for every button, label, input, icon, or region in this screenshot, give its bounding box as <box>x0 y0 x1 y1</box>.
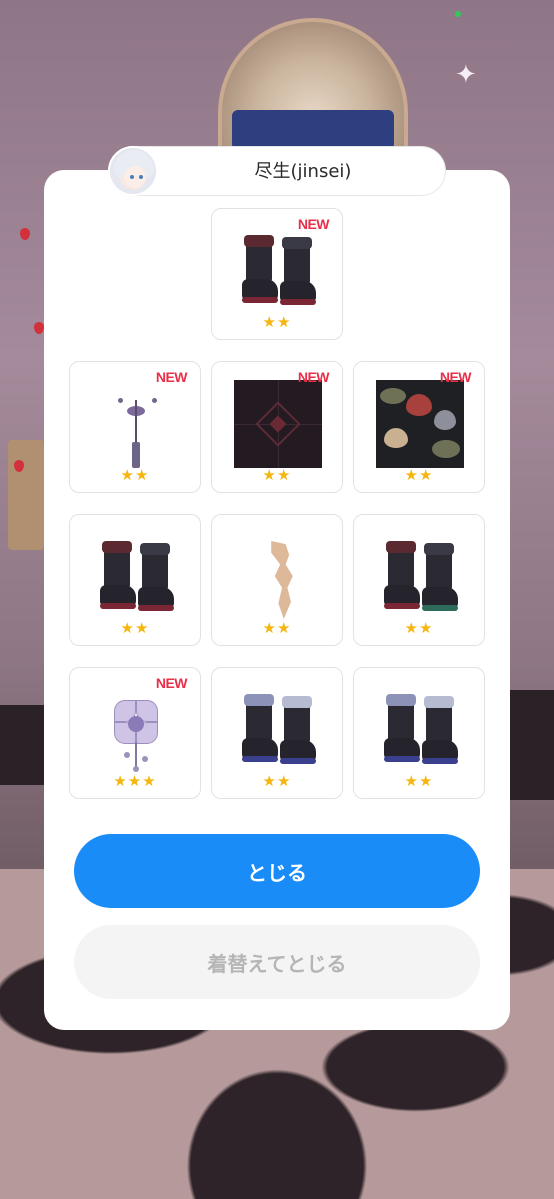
rarity-stars: ★★ <box>120 466 150 484</box>
rarity-stars: ★★ <box>262 466 292 484</box>
table-left <box>0 705 44 785</box>
item-card[interactable]: NEW ★★ <box>211 208 343 340</box>
item-card[interactable]: NEW ★★ <box>211 361 343 493</box>
rarity-stars: ★★ <box>404 619 434 637</box>
new-badge: NEW <box>439 369 472 385</box>
new-badge: NEW <box>155 675 188 691</box>
rarity-stars: ★★ <box>120 619 150 637</box>
strawberry-decoration <box>20 228 30 240</box>
boots-icon <box>234 686 322 774</box>
item-card[interactable]: ★★ <box>353 667 485 799</box>
table-right <box>510 690 554 800</box>
status-dot <box>455 11 461 17</box>
new-badge: NEW <box>155 369 188 385</box>
boots-icon <box>92 533 180 621</box>
skin-tone-icon <box>234 533 322 621</box>
pattern-tile-icon <box>234 380 322 468</box>
change-and-close-button[interactable]: 着替えてとじる <box>74 925 480 999</box>
item-card[interactable]: NEW ★★ <box>353 361 485 493</box>
boots-icon <box>376 686 464 774</box>
brooch-icon <box>92 686 180 774</box>
avatar <box>108 146 158 196</box>
close-button[interactable]: とじる <box>74 834 480 908</box>
item-card[interactable]: ★★ <box>69 514 201 646</box>
rarity-stars: ★★ <box>262 619 292 637</box>
player-name: 尽生(jinsei) <box>254 161 352 182</box>
item-card[interactable]: NEW ★★★ <box>69 667 201 799</box>
boots-icon <box>376 533 464 621</box>
new-badge: NEW <box>297 369 330 385</box>
item-card[interactable]: ★★ <box>211 514 343 646</box>
rarity-stars: ★★ <box>262 313 292 331</box>
item-card[interactable]: ★★ <box>353 514 485 646</box>
strawberry-shelf <box>8 440 44 550</box>
rarity-stars: ★★ <box>404 772 434 790</box>
rarity-stars: ★★★ <box>113 772 157 790</box>
pendant-icon <box>92 380 180 468</box>
item-card[interactable]: NEW ★★ <box>69 361 201 493</box>
stained-glass-band <box>232 110 394 150</box>
new-badge: NEW <box>297 216 330 232</box>
strawberry-decoration <box>34 322 44 334</box>
sparkle-icon: ✦ <box>455 60 477 90</box>
rarity-stars: ★★ <box>262 772 292 790</box>
boots-icon <box>234 227 322 315</box>
rarity-stars: ★★ <box>404 466 434 484</box>
lotus-pattern-icon <box>376 380 464 468</box>
item-card[interactable]: ★★ <box>211 667 343 799</box>
